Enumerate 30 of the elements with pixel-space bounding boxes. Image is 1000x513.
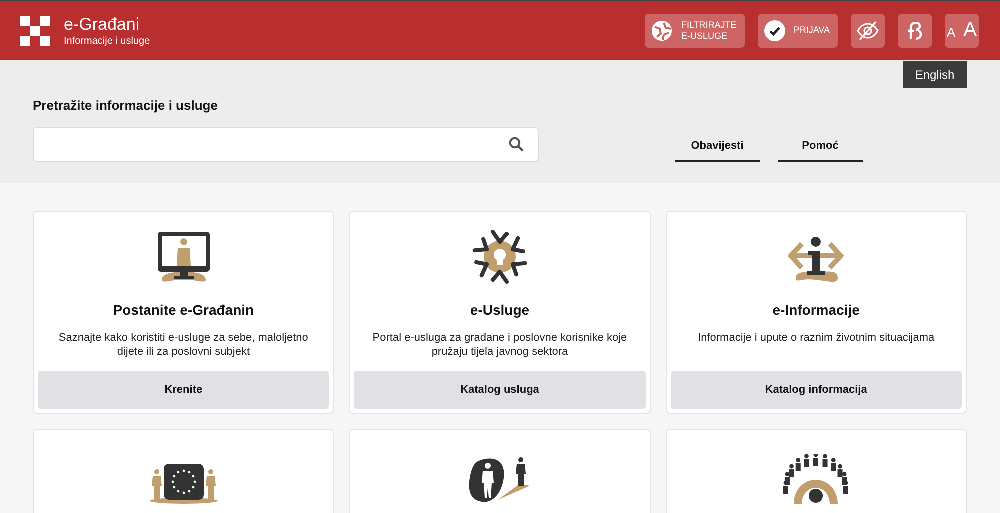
card-description: Portal e-usluga za građane i poslovne korisnike koje pružaju tijela javnog sektora <box>372 331 628 360</box>
globe-icon <box>651 20 674 42</box>
contrast-button[interactable] <box>851 14 885 48</box>
card-title: e-Usluge <box>470 301 530 320</box>
nav-link[interactable]: Pomoć <box>778 138 863 162</box>
search-icon <box>509 136 524 152</box>
language-tooltip[interactable]: English <box>903 61 967 88</box>
search-label: Pretražite informacije i usluge <box>33 97 219 115</box>
card-button[interactable]: Krenite <box>38 371 330 409</box>
site-subtitle: Informacije i usluge <box>64 34 150 48</box>
text-size-button[interactable]: A A <box>945 14 979 48</box>
card-description: Saznajte kako koristiti e-usluge za sebe, maloljetno dijete ili za poslovni subjekt <box>58 331 310 360</box>
card-description: Informacije i upute o raznim životnim situacijama <box>697 331 936 346</box>
filter-button[interactable]: FILTRIRAJTE E-USLUGE <box>645 14 745 48</box>
card-title: Postanite e-Građanin <box>113 301 254 320</box>
checkmark-icon <box>764 20 786 42</box>
search-field[interactable] <box>33 126 539 162</box>
font-icon <box>907 22 923 40</box>
eu-flag-people-icon <box>148 464 219 504</box>
logo-icon <box>20 16 50 46</box>
card-title: e-Informacije <box>772 301 860 320</box>
card-button[interactable]: Katalog informacija <box>670 371 962 409</box>
login-button[interactable]: PRIJAVA <box>758 14 838 48</box>
card-button[interactable]: Katalog usluga <box>354 371 646 409</box>
burst-head-icon <box>470 228 529 286</box>
nav-link[interactable]: Obavijesti <box>675 138 760 162</box>
eye-off-icon <box>856 20 880 40</box>
spotlight-person-icon <box>468 456 532 504</box>
font-button[interactable] <box>898 14 932 48</box>
site-title[interactable]: e-Građani <box>64 14 150 34</box>
